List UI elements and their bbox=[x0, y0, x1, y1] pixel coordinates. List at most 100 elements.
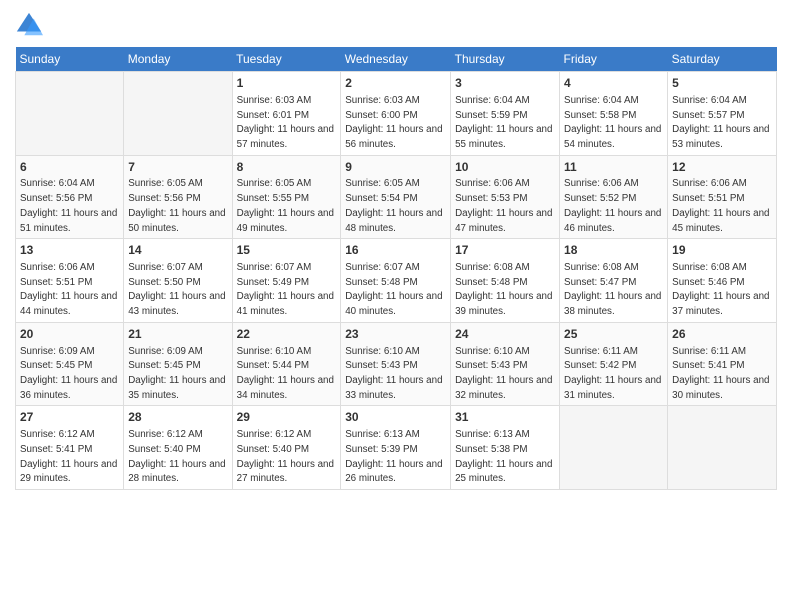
day-number: 3 bbox=[455, 75, 555, 92]
col-header-friday: Friday bbox=[560, 47, 668, 72]
day-number: 19 bbox=[672, 242, 772, 259]
day-cell bbox=[668, 406, 777, 490]
day-info: Sunrise: 6:05 AMSunset: 5:56 PMDaylight:… bbox=[128, 178, 225, 233]
day-number: 29 bbox=[237, 409, 337, 426]
day-cell: 1 Sunrise: 6:03 AMSunset: 6:01 PMDaylight… bbox=[232, 72, 341, 156]
day-cell: 14 Sunrise: 6:07 AMSunset: 5:50 PMDayligh… bbox=[124, 239, 232, 323]
day-info: Sunrise: 6:04 AMSunset: 5:59 PMDaylight:… bbox=[455, 95, 552, 150]
day-cell: 18 Sunrise: 6:08 AMSunset: 5:47 PMDayligh… bbox=[560, 239, 668, 323]
day-number: 5 bbox=[672, 75, 772, 92]
page-container: SundayMondayTuesdayWednesdayThursdayFrid… bbox=[0, 0, 792, 500]
day-info: Sunrise: 6:09 AMSunset: 5:45 PMDaylight:… bbox=[128, 346, 225, 401]
day-info: Sunrise: 6:08 AMSunset: 5:46 PMDaylight:… bbox=[672, 262, 769, 317]
day-info: Sunrise: 6:06 AMSunset: 5:53 PMDaylight:… bbox=[455, 178, 552, 233]
week-row-1: 1 Sunrise: 6:03 AMSunset: 6:01 PMDaylight… bbox=[16, 72, 777, 156]
day-info: Sunrise: 6:07 AMSunset: 5:48 PMDaylight:… bbox=[345, 262, 442, 317]
header-row: SundayMondayTuesdayWednesdayThursdayFrid… bbox=[16, 47, 777, 72]
day-cell: 20Sunrise: 6:09 AMSunset: 5:45 PMDayligh… bbox=[16, 322, 124, 406]
day-info: Sunrise: 6:03 AMSunset: 6:00 PMDaylight:… bbox=[345, 95, 442, 150]
day-cell: 2 Sunrise: 6:03 AMSunset: 6:00 PMDaylight… bbox=[341, 72, 451, 156]
day-cell: 28 Sunrise: 6:12 AMSunset: 5:40 PMDayligh… bbox=[124, 406, 232, 490]
day-number: 2 bbox=[345, 75, 446, 92]
day-number: 10 bbox=[455, 159, 555, 176]
week-row-3: 13Sunrise: 6:06 AMSunset: 5:51 PMDayligh… bbox=[16, 239, 777, 323]
day-cell: 5 Sunrise: 6:04 AMSunset: 5:57 PMDaylight… bbox=[668, 72, 777, 156]
day-number: 9 bbox=[345, 159, 446, 176]
day-cell bbox=[124, 72, 232, 156]
day-number: 6 bbox=[20, 159, 119, 176]
day-cell: 24 Sunrise: 6:10 AMSunset: 5:43 PMDayligh… bbox=[451, 322, 560, 406]
day-info: Sunrise: 6:03 AMSunset: 6:01 PMDaylight:… bbox=[237, 95, 334, 150]
day-cell: 26Sunrise: 6:11 AMSunset: 5:41 PMDayligh… bbox=[668, 322, 777, 406]
day-number: 22 bbox=[237, 326, 337, 343]
day-cell: 25 Sunrise: 6:11 AMSunset: 5:42 PMDayligh… bbox=[560, 322, 668, 406]
day-info: Sunrise: 6:12 AMSunset: 5:40 PMDaylight:… bbox=[237, 429, 334, 484]
day-number: 27 bbox=[20, 409, 119, 426]
day-info: Sunrise: 6:10 AMSunset: 5:43 PMDaylight:… bbox=[455, 346, 552, 401]
col-header-tuesday: Tuesday bbox=[232, 47, 341, 72]
day-info: Sunrise: 6:11 AMSunset: 5:42 PMDaylight:… bbox=[564, 346, 661, 401]
day-number: 25 bbox=[564, 326, 663, 343]
day-cell: 3 Sunrise: 6:04 AMSunset: 5:59 PMDaylight… bbox=[451, 72, 560, 156]
day-number: 1 bbox=[237, 75, 337, 92]
day-cell: 23 Sunrise: 6:10 AMSunset: 5:43 PMDayligh… bbox=[341, 322, 451, 406]
day-info: Sunrise: 6:04 AMSunset: 5:57 PMDaylight:… bbox=[672, 95, 769, 150]
day-info: Sunrise: 6:12 AMSunset: 5:40 PMDaylight:… bbox=[128, 429, 225, 484]
day-number: 17 bbox=[455, 242, 555, 259]
day-cell bbox=[560, 406, 668, 490]
day-cell: 31 Sunrise: 6:13 AMSunset: 5:38 PMDayligh… bbox=[451, 406, 560, 490]
col-header-monday: Monday bbox=[124, 47, 232, 72]
day-cell: 30Sunrise: 6:13 AMSunset: 5:39 PMDayligh… bbox=[341, 406, 451, 490]
day-cell: 29 Sunrise: 6:12 AMSunset: 5:40 PMDayligh… bbox=[232, 406, 341, 490]
col-header-wednesday: Wednesday bbox=[341, 47, 451, 72]
week-row-2: 6 Sunrise: 6:04 AMSunset: 5:56 PMDaylight… bbox=[16, 155, 777, 239]
header bbox=[15, 10, 777, 39]
day-cell: 19 Sunrise: 6:08 AMSunset: 5:46 PMDayligh… bbox=[668, 239, 777, 323]
day-cell: 11Sunrise: 6:06 AMSunset: 5:52 PMDayligh… bbox=[560, 155, 668, 239]
day-info: Sunrise: 6:07 AMSunset: 5:49 PMDaylight:… bbox=[237, 262, 334, 317]
day-cell: 4 Sunrise: 6:04 AMSunset: 5:58 PMDaylight… bbox=[560, 72, 668, 156]
day-info: Sunrise: 6:04 AMSunset: 5:58 PMDaylight:… bbox=[564, 95, 661, 150]
day-number: 26 bbox=[672, 326, 772, 343]
day-number: 31 bbox=[455, 409, 555, 426]
day-number: 7 bbox=[128, 159, 227, 176]
day-info: Sunrise: 6:12 AMSunset: 5:41 PMDaylight:… bbox=[20, 429, 117, 484]
day-cell: 17 Sunrise: 6:08 AMSunset: 5:48 PMDayligh… bbox=[451, 239, 560, 323]
day-number: 8 bbox=[237, 159, 337, 176]
day-cell: 6 Sunrise: 6:04 AMSunset: 5:56 PMDaylight… bbox=[16, 155, 124, 239]
day-info: Sunrise: 6:05 AMSunset: 5:55 PMDaylight:… bbox=[237, 178, 334, 233]
day-number: 28 bbox=[128, 409, 227, 426]
day-number: 13 bbox=[20, 242, 119, 259]
day-number: 14 bbox=[128, 242, 227, 259]
day-cell: 12Sunrise: 6:06 AMSunset: 5:51 PMDayligh… bbox=[668, 155, 777, 239]
day-info: Sunrise: 6:08 AMSunset: 5:48 PMDaylight:… bbox=[455, 262, 552, 317]
day-info: Sunrise: 6:13 AMSunset: 5:38 PMDaylight:… bbox=[455, 429, 552, 484]
day-info: Sunrise: 6:04 AMSunset: 5:56 PMDaylight:… bbox=[20, 178, 117, 233]
day-cell: 15Sunrise: 6:07 AMSunset: 5:49 PMDayligh… bbox=[232, 239, 341, 323]
col-header-saturday: Saturday bbox=[668, 47, 777, 72]
day-cell: 21 Sunrise: 6:09 AMSunset: 5:45 PMDayligh… bbox=[124, 322, 232, 406]
day-cell: 27 Sunrise: 6:12 AMSunset: 5:41 PMDayligh… bbox=[16, 406, 124, 490]
day-number: 16 bbox=[345, 242, 446, 259]
day-number: 23 bbox=[345, 326, 446, 343]
day-number: 24 bbox=[455, 326, 555, 343]
day-info: Sunrise: 6:09 AMSunset: 5:45 PMDaylight:… bbox=[20, 346, 117, 401]
day-info: Sunrise: 6:10 AMSunset: 5:43 PMDaylight:… bbox=[345, 346, 442, 401]
day-info: Sunrise: 6:08 AMSunset: 5:47 PMDaylight:… bbox=[564, 262, 661, 317]
day-number: 18 bbox=[564, 242, 663, 259]
day-info: Sunrise: 6:06 AMSunset: 5:52 PMDaylight:… bbox=[564, 178, 661, 233]
day-cell: 13Sunrise: 6:06 AMSunset: 5:51 PMDayligh… bbox=[16, 239, 124, 323]
col-header-sunday: Sunday bbox=[16, 47, 124, 72]
day-cell bbox=[16, 72, 124, 156]
day-number: 4 bbox=[564, 75, 663, 92]
day-cell: 7 Sunrise: 6:05 AMSunset: 5:56 PMDaylight… bbox=[124, 155, 232, 239]
week-row-4: 20Sunrise: 6:09 AMSunset: 5:45 PMDayligh… bbox=[16, 322, 777, 406]
day-info: Sunrise: 6:10 AMSunset: 5:44 PMDaylight:… bbox=[237, 346, 334, 401]
day-cell: 9Sunrise: 6:05 AMSunset: 5:54 PMDaylight… bbox=[341, 155, 451, 239]
col-header-thursday: Thursday bbox=[451, 47, 560, 72]
calendar-table: SundayMondayTuesdayWednesdayThursdayFrid… bbox=[15, 47, 777, 490]
week-row-5: 27 Sunrise: 6:12 AMSunset: 5:41 PMDayligh… bbox=[16, 406, 777, 490]
day-number: 21 bbox=[128, 326, 227, 343]
day-info: Sunrise: 6:06 AMSunset: 5:51 PMDaylight:… bbox=[672, 178, 769, 233]
day-info: Sunrise: 6:07 AMSunset: 5:50 PMDaylight:… bbox=[128, 262, 225, 317]
